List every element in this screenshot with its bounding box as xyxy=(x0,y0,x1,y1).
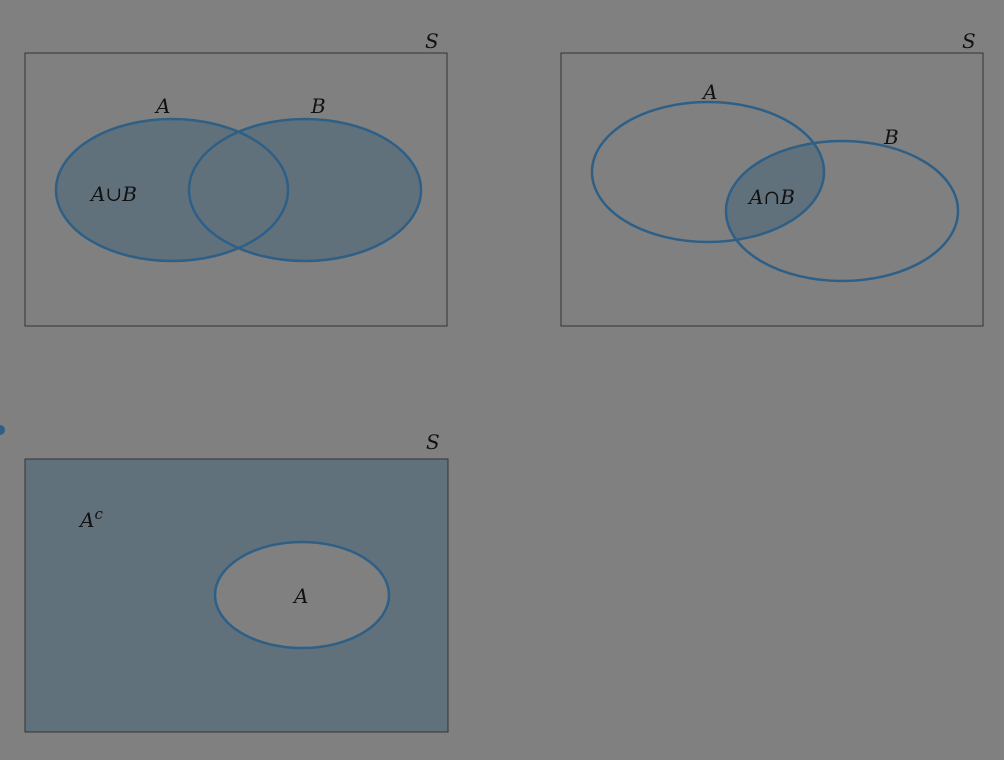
intersection-diagram: S A B A∩B xyxy=(560,29,984,327)
universe-label: S xyxy=(425,29,439,53)
intersection-region-label: A∩B xyxy=(747,185,795,209)
set-b-label: B xyxy=(310,94,326,118)
universe-label: S xyxy=(962,29,976,53)
union-region-label: A∪B xyxy=(89,182,137,206)
set-a-label: A xyxy=(154,94,170,118)
set-a-label: A xyxy=(292,584,308,608)
venn-diagrams-figure: S A B A∪B S A B A∩B S A Ac xyxy=(0,29,984,733)
universe-label: S xyxy=(426,430,440,454)
complement-fill xyxy=(25,459,448,732)
complement-label-base: A xyxy=(78,508,94,532)
union-diagram: S A B A∪B xyxy=(24,29,448,327)
complement-diagram: S A Ac xyxy=(24,430,449,733)
complement-label-superscript: c xyxy=(94,505,103,523)
edge-marker-dot xyxy=(0,425,5,435)
set-a-label: A xyxy=(701,80,717,104)
set-b-label: B xyxy=(883,125,899,149)
